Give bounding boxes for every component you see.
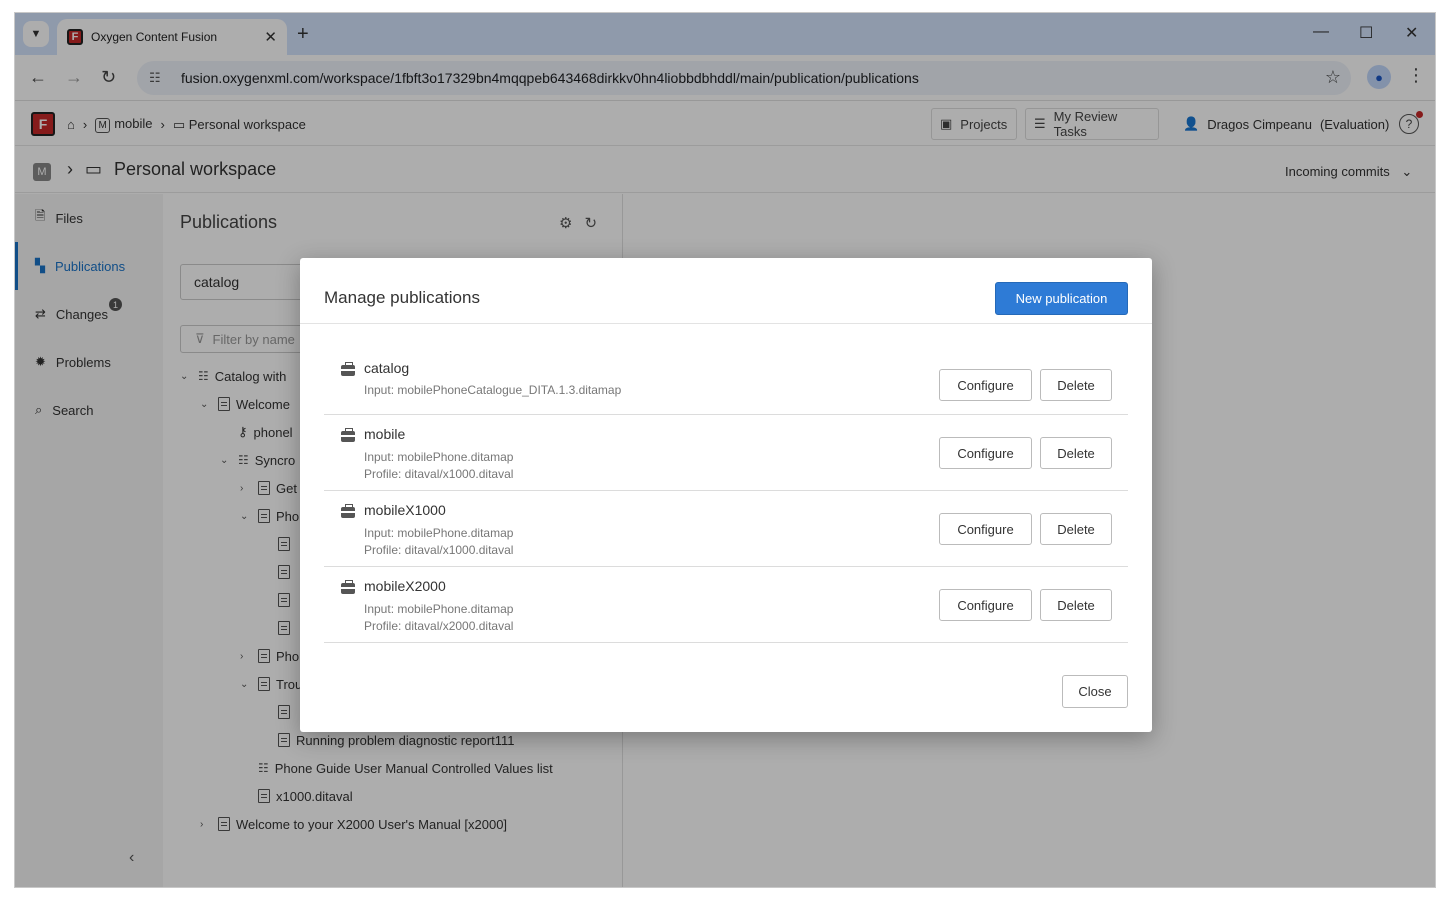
configure-button[interactable]: Configure (939, 589, 1032, 621)
publication-profile: Profile: ditaval/x1000.ditaval (364, 543, 514, 557)
publication-name: catalog (364, 360, 410, 376)
delete-button[interactable]: Delete (1040, 437, 1112, 469)
publication-input: Input: mobilePhone.ditamap (364, 450, 514, 464)
briefcase-icon (341, 362, 355, 376)
publication-row: catalog Input: mobilePhoneCatalogue_DITA… (324, 348, 1128, 415)
close-button[interactable]: Close (1062, 675, 1128, 708)
publication-profile: Profile: ditaval/x2000.ditaval (364, 619, 514, 633)
delete-button[interactable]: Delete (1040, 589, 1112, 621)
configure-button[interactable]: Configure (939, 437, 1032, 469)
publication-row: mobileX2000 Input: mobilePhone.ditamap P… (324, 567, 1128, 643)
new-publication-button[interactable]: New publication (995, 282, 1128, 315)
publication-profile: Profile: ditaval/x1000.ditaval (364, 467, 514, 481)
publication-input: Input: mobilePhoneCatalogue_DITA.1.3.dit… (364, 383, 622, 397)
dialog-title: Manage publications (324, 288, 480, 307)
publication-row: mobileX1000 Input: mobilePhone.ditamap P… (324, 491, 1128, 567)
dialog-divider (300, 323, 1152, 324)
configure-button[interactable]: Configure (939, 369, 1032, 401)
delete-button[interactable]: Delete (1040, 513, 1112, 545)
manage-publications-dialog: Manage publications New publication cata… (300, 258, 1152, 732)
publication-name: mobile (364, 426, 406, 442)
delete-button[interactable]: Delete (1040, 369, 1112, 401)
publication-input: Input: mobilePhone.ditamap (364, 526, 514, 540)
briefcase-icon (341, 580, 355, 594)
publication-name: mobileX2000 (364, 578, 446, 594)
briefcase-icon (341, 504, 355, 518)
publication-input: Input: mobilePhone.ditamap (364, 602, 514, 616)
publication-name: mobileX1000 (364, 502, 446, 518)
briefcase-icon (341, 428, 355, 442)
browser-window: ▼ F Oxygen Content Fusion ✕ + — ☐ ✕ ← → … (14, 12, 1436, 888)
configure-button[interactable]: Configure (939, 513, 1032, 545)
publication-row: mobile Input: mobilePhone.ditamap Profil… (324, 415, 1128, 491)
